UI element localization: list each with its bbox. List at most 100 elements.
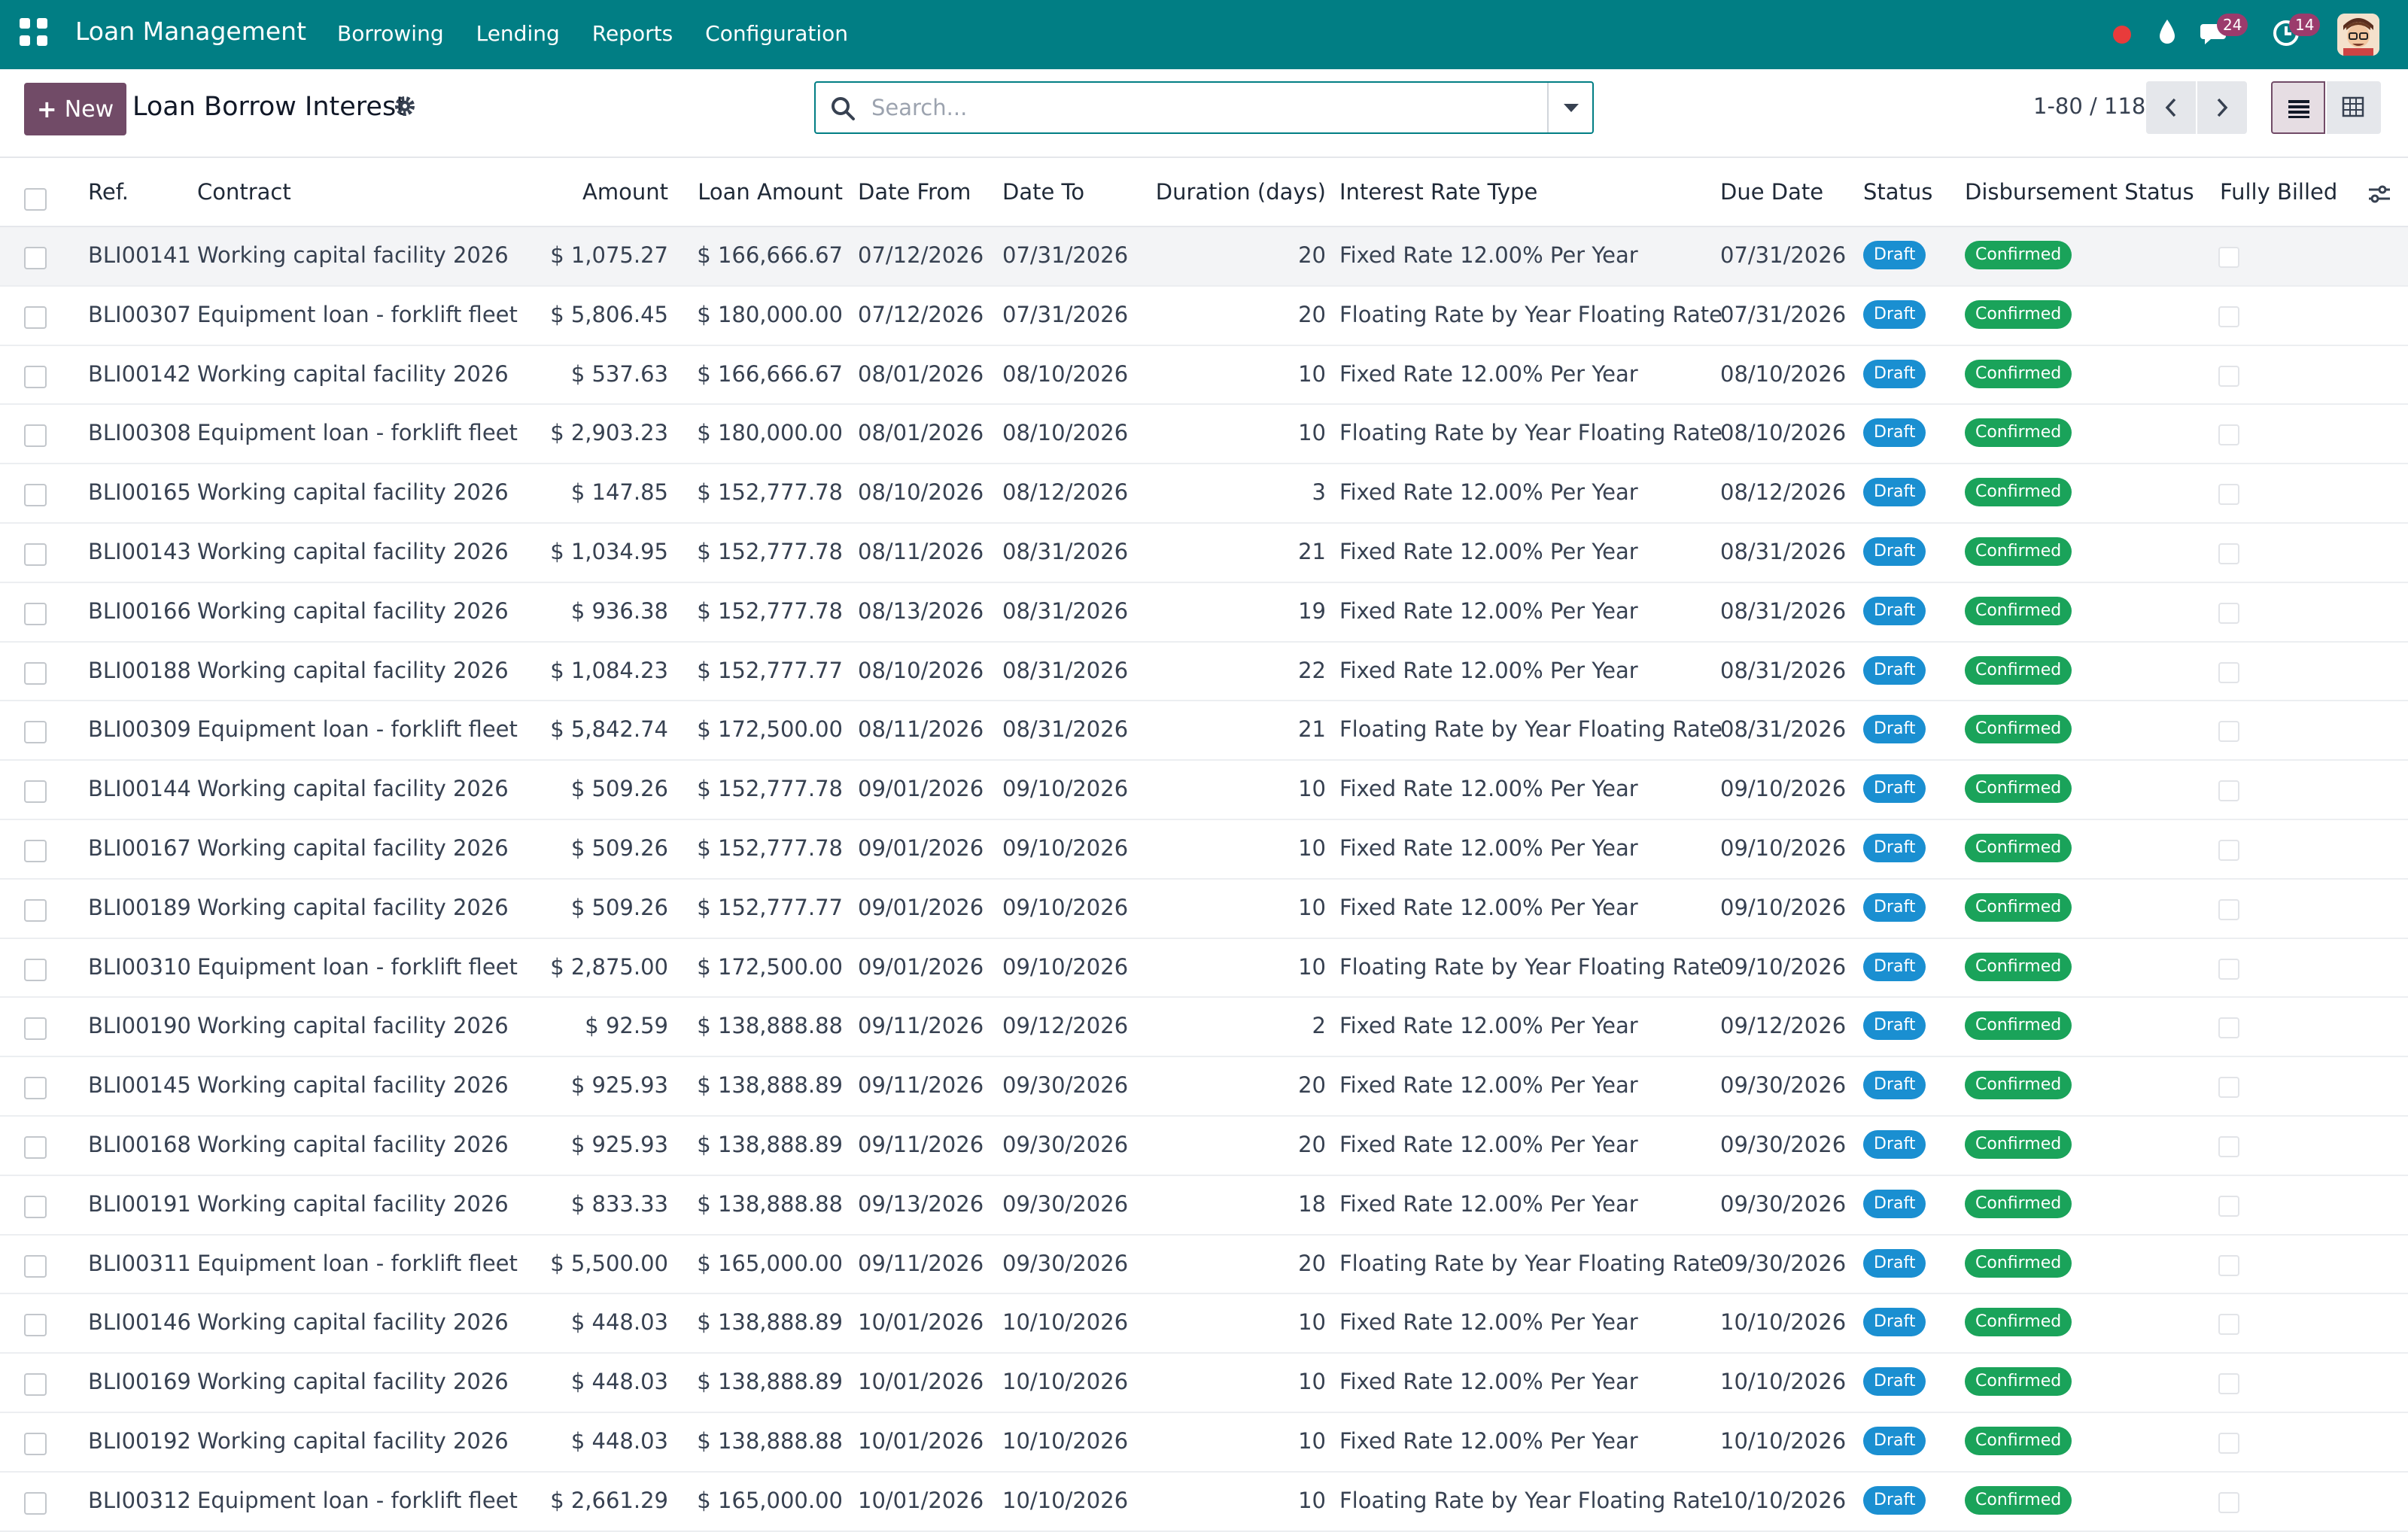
cell-contract: Working capital facility 2026 xyxy=(197,1190,509,1217)
table-row[interactable]: BLI00146 Working capital facility 2026 $ 4… xyxy=(0,1294,2408,1354)
row-checkbox[interactable] xyxy=(24,1254,47,1278)
cell-loan-amount: $ 180,000.00 xyxy=(697,301,843,327)
pivot-view-button[interactable] xyxy=(2327,81,2381,134)
column-header-contract[interactable]: Contract xyxy=(197,179,291,205)
column-header-interest-rate-type[interactable]: Interest Rate Type xyxy=(1339,179,1537,205)
table-row[interactable]: BLI00143 Working capital facility 2026 $ 1… xyxy=(0,523,2408,583)
column-header-disbursement-status[interactable]: Disbursement Status xyxy=(1965,179,2194,205)
table-row[interactable]: BLI00189 Working capital facility 2026 $ 5… xyxy=(0,879,2408,939)
table-row[interactable]: BLI00142 Working capital facility 2026 $ 5… xyxy=(0,345,2408,406)
row-checkbox[interactable] xyxy=(24,602,47,625)
row-checkbox[interactable] xyxy=(24,661,47,685)
cell-amount: $ 936.38 xyxy=(570,597,668,624)
list-view-button[interactable] xyxy=(2271,81,2325,134)
column-header-status[interactable]: Status xyxy=(1863,179,1932,205)
recording-dot-icon[interactable] xyxy=(2113,26,2131,44)
cell-contract: Working capital facility 2026 xyxy=(197,242,509,268)
cell-contract: Equipment loan - forklift fleet xyxy=(197,420,518,446)
row-checkbox[interactable] xyxy=(24,1432,47,1455)
cell-interest-rate-type: Floating Rate by Year Floating Rate xyxy=(1339,420,1722,446)
new-button[interactable]: + New xyxy=(24,83,126,135)
status-badge: Draft xyxy=(1863,715,1926,744)
cell-date-from: 10/01/2026 xyxy=(858,1369,984,1395)
disbursement-status-badge: Confirmed xyxy=(1965,537,2072,566)
gear-icon[interactable] xyxy=(392,93,418,119)
row-checkbox[interactable] xyxy=(24,247,47,269)
table-row[interactable]: BLI00168 Working capital facility 2026 $ 9… xyxy=(0,1116,2408,1176)
table-row[interactable]: BLI00167 Working capital facility 2026 $ 5… xyxy=(0,819,2408,880)
row-checkbox[interactable] xyxy=(24,898,47,922)
row-checkbox[interactable] xyxy=(24,1314,47,1337)
cell-amount: $ 925.93 xyxy=(570,1072,668,1099)
row-checkbox[interactable] xyxy=(24,1135,47,1159)
menu-item-reports[interactable]: Reports xyxy=(592,21,673,46)
column-header-fully-billed[interactable]: Fully Billed xyxy=(2220,179,2337,205)
column-header-date-to[interactable]: Date To xyxy=(1002,179,1084,205)
menu-item-configuration[interactable]: Configuration xyxy=(705,21,848,46)
row-checkbox[interactable] xyxy=(24,305,47,329)
table-row[interactable]: BLI00310 Equipment loan - forklift fleet $… xyxy=(0,938,2408,999)
table-row[interactable]: BLI00307 Equipment loan - forklift fleet $… xyxy=(0,286,2408,346)
apps-menu-icon[interactable] xyxy=(20,18,50,48)
cell-due-date: 07/31/2026 xyxy=(1720,301,1847,327)
main-menu: Borrowing Lending Reports Configuration xyxy=(337,21,880,46)
column-header-loan-amount[interactable]: Loan Amount xyxy=(698,179,843,205)
row-checkbox[interactable] xyxy=(24,780,47,804)
fully-billed-checkbox xyxy=(2218,1077,2239,1099)
row-checkbox[interactable] xyxy=(24,839,47,862)
select-all-checkbox[interactable] xyxy=(24,188,47,211)
cell-loan-amount: $ 138,888.89 xyxy=(697,1369,843,1395)
cell-date-to: 07/31/2026 xyxy=(1002,301,1129,327)
table-row[interactable]: BLI00312 Equipment loan - forklift fleet $… xyxy=(0,1472,2408,1532)
user-avatar[interactable] xyxy=(2337,14,2379,56)
pager-next-button[interactable] xyxy=(2197,81,2247,134)
table-row[interactable]: BLI00191 Working capital facility 2026 $ 8… xyxy=(0,1175,2408,1236)
app-title[interactable]: Loan Management xyxy=(75,17,306,46)
table-row[interactable]: BLI00145 Working capital facility 2026 $ 9… xyxy=(0,1057,2408,1117)
row-checkbox[interactable] xyxy=(24,958,47,981)
row-checkbox[interactable] xyxy=(24,484,47,507)
table-row[interactable]: BLI00308 Equipment loan - forklift fleet $… xyxy=(0,405,2408,465)
table-row[interactable]: BLI00169 Working capital facility 2026 $ 4… xyxy=(0,1354,2408,1413)
table-row[interactable]: BLI00166 Working capital facility 2026 $ 9… xyxy=(0,582,2408,643)
table-row[interactable]: BLI00144 Working capital facility 2026 $ 5… xyxy=(0,761,2408,820)
disbursement-status-badge: Confirmed xyxy=(1965,1189,2072,1218)
table-row[interactable]: BLI00311 Equipment loan - forklift fleet $… xyxy=(0,1235,2408,1295)
status-badge: Draft xyxy=(1863,774,1926,804)
disbursement-status-badge: Confirmed xyxy=(1965,952,2072,981)
cell-amount: $ 448.03 xyxy=(570,1369,668,1395)
table-row[interactable]: BLI00192 Working capital facility 2026 $ 4… xyxy=(0,1412,2408,1473)
row-checkbox[interactable] xyxy=(24,721,47,744)
search-options-toggle[interactable] xyxy=(1547,83,1592,132)
table-row[interactable]: BLI00188 Working capital facility 2026 $ 1… xyxy=(0,642,2408,702)
search-input[interactable] xyxy=(871,90,1519,125)
table-row[interactable]: BLI00309 Equipment loan - forklift fleet $… xyxy=(0,701,2408,761)
row-checkbox[interactable] xyxy=(24,1077,47,1100)
row-checkbox[interactable] xyxy=(24,1373,47,1397)
row-checkbox[interactable] xyxy=(24,424,47,448)
cell-contract: Working capital facility 2026 xyxy=(197,1013,509,1039)
control-panel: + New Loan Borrow Interest 1-80 / 118 xyxy=(0,69,2408,158)
table-row[interactable]: BLI00165 Working capital facility 2026 $ 1… xyxy=(0,464,2408,524)
row-checkbox[interactable] xyxy=(24,1491,47,1515)
optional-columns-icon[interactable] xyxy=(2366,181,2393,208)
menu-item-borrowing[interactable]: Borrowing xyxy=(337,21,444,46)
cell-ref: BLI00310 xyxy=(88,953,191,980)
column-header-date-from[interactable]: Date From xyxy=(858,179,971,205)
pager-previous-button[interactable] xyxy=(2146,81,2196,134)
table-row[interactable]: BLI00141 Working capital facility 2026 $ 1… xyxy=(0,227,2408,287)
pager-value[interactable]: 1-80 / 118 xyxy=(2033,93,2145,119)
menu-item-lending[interactable]: Lending xyxy=(476,21,560,46)
column-header-ref[interactable]: Ref. xyxy=(88,179,129,205)
table-row[interactable]: BLI00190 Working capital facility 2026 $ 9… xyxy=(0,998,2408,1058)
water-drop-icon[interactable] xyxy=(2157,18,2178,47)
column-header-amount[interactable]: Amount xyxy=(582,179,668,205)
row-checkbox[interactable] xyxy=(24,1195,47,1218)
status-badge: Draft xyxy=(1863,952,1926,981)
row-checkbox[interactable] xyxy=(24,1017,47,1041)
row-checkbox[interactable] xyxy=(24,543,47,566)
column-header-duration[interactable]: Duration (days) xyxy=(1156,179,1326,205)
cell-contract: Working capital facility 2026 xyxy=(197,834,509,861)
row-checkbox[interactable] xyxy=(24,365,47,388)
column-header-due-date[interactable]: Due Date xyxy=(1720,179,1823,205)
